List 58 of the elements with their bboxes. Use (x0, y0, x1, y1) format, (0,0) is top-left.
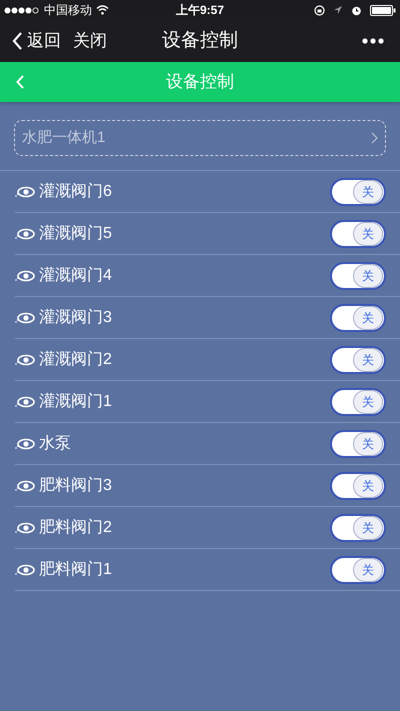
device-name: 灌溉阀门4 (39, 266, 112, 286)
close-button[interactable]: 关闭 (73, 28, 107, 54)
more-icon (362, 38, 384, 44)
toggle-switch[interactable]: 关 (330, 262, 386, 290)
device-name: 灌溉阀门3 (39, 308, 112, 328)
toggle-switch[interactable]: 关 (330, 514, 386, 542)
chevron-right-icon (371, 132, 378, 144)
signal-icon (4, 6, 40, 14)
chevron-left-icon (12, 32, 23, 50)
page-title: 设备控制 (166, 71, 234, 94)
eye-icon (15, 522, 35, 534)
more-button[interactable] (362, 38, 384, 44)
location-icon (333, 5, 343, 15)
device-name: 灌溉阀门2 (39, 350, 112, 370)
device-name: 灌溉阀门5 (39, 224, 112, 244)
switch-label: 关 (353, 348, 383, 372)
lock-rotation-icon (314, 4, 325, 16)
toggle-switch[interactable]: 关 (330, 220, 386, 248)
back-button[interactable]: 返回 (12, 28, 61, 54)
toggle-switch[interactable]: 关 (330, 388, 386, 416)
nav-title: 设备控制 (162, 28, 238, 53)
device-name: 肥料阀门3 (39, 476, 112, 496)
eye-icon (15, 480, 35, 492)
switch-label: 关 (353, 306, 383, 330)
device-selector[interactable]: 水肥一体机1 (14, 120, 386, 156)
switch-label: 关 (353, 390, 383, 414)
switch-label: 关 (353, 516, 383, 540)
switch-label: 关 (353, 264, 383, 288)
toggle-switch[interactable]: 关 (330, 346, 386, 374)
toggle-switch[interactable]: 关 (330, 304, 386, 332)
device-name: 灌溉阀门1 (39, 392, 112, 412)
switch-label: 关 (353, 180, 383, 204)
toggle-switch[interactable]: 关 (330, 430, 386, 458)
toggle-switch[interactable]: 关 (330, 472, 386, 500)
switch-label: 关 (353, 558, 383, 582)
clock-time: 上午9:57 (176, 2, 224, 19)
eye-icon (15, 312, 35, 324)
eye-icon (15, 270, 35, 282)
eye-icon (15, 186, 35, 198)
battery-icon (370, 4, 396, 16)
switch-label: 关 (353, 474, 383, 498)
device-name: 肥料阀门2 (39, 518, 112, 538)
chevron-left-icon (16, 75, 24, 89)
device-name: 肥料阀门1 (39, 560, 112, 580)
device-name: 水泵 (39, 434, 71, 454)
alarm-icon (351, 4, 362, 16)
wifi-icon (96, 5, 109, 15)
toggle-switch[interactable]: 关 (330, 556, 386, 584)
switch-label: 关 (353, 432, 383, 456)
eye-icon (15, 354, 35, 366)
eye-icon (15, 396, 35, 408)
eye-icon (15, 564, 35, 576)
carrier-name: 中国移动 (44, 2, 92, 19)
device-name: 灌溉阀门6 (39, 182, 112, 202)
eye-icon (15, 438, 35, 450)
toggle-switch[interactable]: 关 (330, 178, 386, 206)
switch-label: 关 (353, 222, 383, 246)
eye-icon (15, 228, 35, 240)
